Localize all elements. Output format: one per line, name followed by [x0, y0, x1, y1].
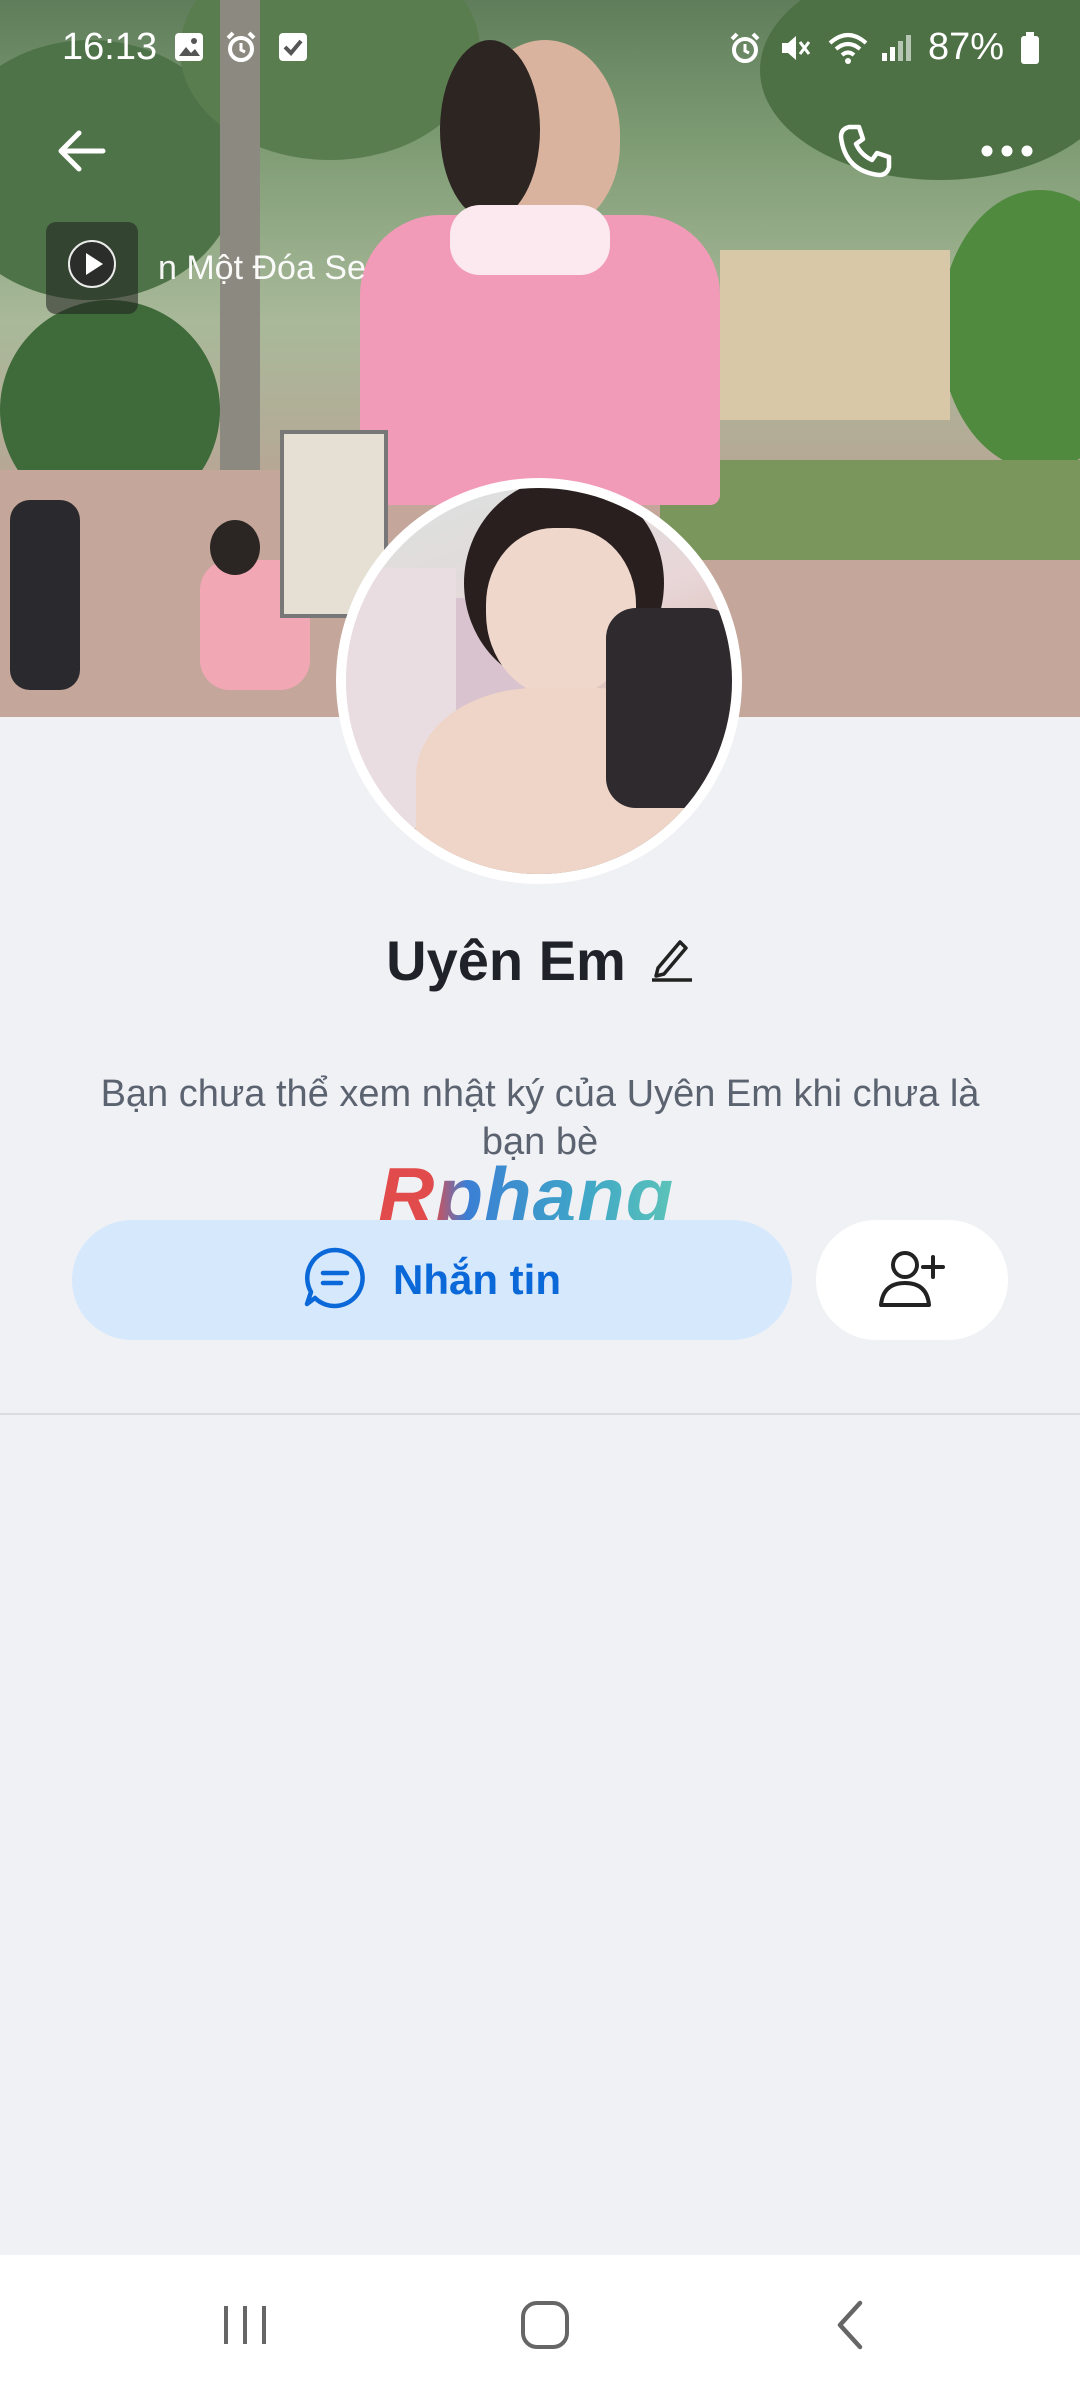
add-friend-button[interactable]	[816, 1220, 1008, 1340]
system-nav-bar	[0, 2255, 1080, 2400]
message-button[interactable]: Nhắn tin	[72, 1220, 792, 1340]
alarm-icon	[224, 30, 258, 64]
more-button[interactable]	[962, 108, 1052, 198]
message-button-label: Nhắn tin	[393, 1256, 561, 1303]
divider	[0, 1413, 1080, 1415]
status-bar: 16:13 87%	[0, 0, 1080, 100]
pencil-icon[interactable]	[650, 934, 694, 987]
home-button[interactable]	[455, 2255, 635, 2400]
chat-bubble-icon	[303, 1246, 367, 1315]
battery-icon	[1020, 31, 1040, 65]
back-button[interactable]	[36, 108, 126, 198]
user-plus-icon	[877, 1247, 947, 1314]
check-box-icon	[276, 30, 310, 64]
signal-icon	[878, 31, 912, 65]
profile-name-row: Uyên Em	[0, 920, 1080, 1000]
avatar[interactable]	[336, 478, 742, 884]
music-title: n Một Đóa Se	[158, 248, 366, 287]
profile-music[interactable]: n Một Đóa Se	[46, 222, 416, 314]
battery-percent: 87%	[927, 26, 1004, 68]
home-icon	[519, 2299, 571, 2356]
mute-icon	[778, 31, 812, 65]
system-back-button[interactable]	[760, 2255, 940, 2400]
call-button[interactable]	[820, 108, 910, 198]
recent-apps-icon	[220, 2300, 270, 2355]
phone-icon	[835, 121, 895, 186]
music-thumbnail	[46, 222, 138, 314]
image-icon	[172, 30, 206, 64]
wifi-icon	[828, 31, 868, 65]
avatar-photo	[346, 488, 732, 874]
more-horizontal-icon	[979, 141, 1035, 166]
status-time: 16:13	[62, 26, 158, 68]
alarm-icon	[728, 31, 762, 65]
recent-apps-button[interactable]	[155, 2255, 335, 2400]
play-icon	[67, 239, 117, 298]
profile-name: Uyên Em	[386, 928, 626, 992]
arrow-left-icon	[53, 123, 109, 184]
back-chevron-icon	[830, 2297, 870, 2358]
